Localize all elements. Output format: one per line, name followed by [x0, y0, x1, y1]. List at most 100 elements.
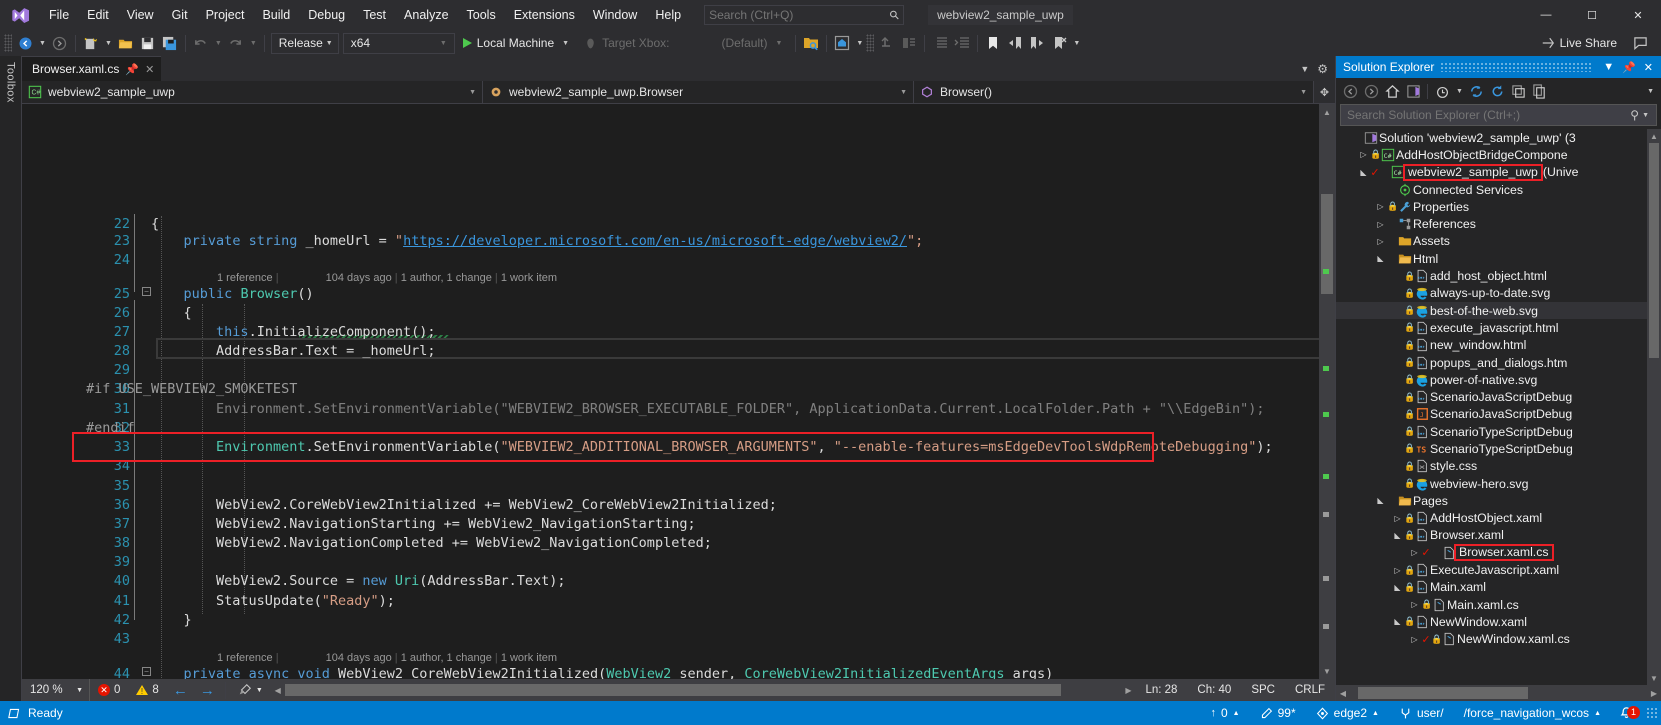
pin-tab-icon[interactable]: 📌: [125, 63, 139, 76]
collapse-triangle-icon[interactable]: ◣: [1391, 583, 1404, 592]
se-hscroll-right-icon[interactable]: ▶: [1647, 689, 1661, 698]
editor-horizontal-scrollbar[interactable]: ◀ ▶: [270, 682, 1136, 698]
menu-extensions[interactable]: Extensions: [505, 0, 584, 30]
solution-explorer-row[interactable]: 🔒 popups_and_dialogs.htm: [1336, 354, 1661, 371]
hscroll-thumb[interactable]: [284, 684, 1062, 696]
editor-vertical-scrollbar[interactable]: ▲ ▼: [1319, 104, 1335, 679]
solution-explorer-row[interactable]: ▷ 🔒 ExecuteJavascript.xaml: [1336, 561, 1661, 578]
close-panel-icon[interactable]: ✕: [1640, 61, 1657, 74]
collapse-triangle-icon[interactable]: ◣: [1374, 496, 1387, 505]
previous-bookmark-icon[interactable]: [1004, 32, 1026, 54]
code-line[interactable]: private string _homeUrl = "https://devel…: [86, 232, 924, 252]
home-icon[interactable]: [1382, 81, 1402, 101]
solution-explorer-row[interactable]: ▷ 🔒 Main.xaml.cs: [1336, 596, 1661, 613]
zoom-level-combo[interactable]: 120 % ▼: [22, 679, 90, 701]
increase-indent-icon[interactable]: [951, 32, 973, 54]
solution-explorer-row[interactable]: ▷ ✓ 🔒 NewWindow.xaml.cs: [1336, 631, 1661, 648]
navbar-type-combo[interactable]: webview2_sample_uwp.Browser ▼: [483, 81, 913, 103]
navigate-forward-icon[interactable]: [49, 32, 71, 54]
resize-grip[interactable]: [1646, 707, 1658, 719]
solution-explorer-row[interactable]: 🔒 ScenarioTypeScriptDebug: [1336, 423, 1661, 440]
nav-forward-icon[interactable]: →: [194, 682, 221, 699]
split-view-handle-icon[interactable]: ✥: [1313, 81, 1335, 103]
code-line[interactable]: {: [86, 304, 192, 324]
collapse-triangle-icon[interactable]: ◣: [1357, 168, 1370, 177]
collapse-all-icon[interactable]: [1509, 81, 1529, 101]
expand-triangle-icon[interactable]: ▷: [1408, 548, 1421, 557]
save-icon[interactable]: [137, 32, 159, 54]
branch-user-indicator[interactable]: user/: [1389, 701, 1454, 725]
live-preview-icon[interactable]: [831, 32, 853, 54]
editor-scroll-thumb[interactable]: [1321, 194, 1333, 294]
se-toolbar-overflow-icon[interactable]: ▼: [1644, 88, 1657, 95]
expand-triangle-icon[interactable]: ▷: [1391, 514, 1404, 523]
solution-explorer-row[interactable]: 🔒 best-of-the-web.svg: [1336, 301, 1661, 320]
solution-explorer-row[interactable]: 🔒 webview-hero.svg: [1336, 475, 1661, 492]
solution-explorer-row[interactable]: Connected Services: [1336, 181, 1661, 198]
toggle-bookmark-icon[interactable]: [982, 32, 1004, 54]
active-files-dropdown-icon[interactable]: ▼: [1300, 64, 1309, 74]
se-scroll-down-icon[interactable]: ▼: [1647, 671, 1661, 685]
solution-explorer-row[interactable]: ◣ 🔒 Main.xaml: [1336, 579, 1661, 596]
solution-explorer-row[interactable]: ▷ Assets: [1336, 233, 1661, 250]
panel-drag-grip[interactable]: [1440, 62, 1594, 72]
menu-window[interactable]: Window: [584, 0, 646, 30]
quick-search-input[interactable]: [709, 8, 891, 22]
show-all-files-icon[interactable]: [1530, 81, 1550, 101]
solution-configuration-combo[interactable]: Release ▼: [270, 32, 339, 54]
menu-analyze[interactable]: Analyze: [395, 0, 457, 30]
code-line[interactable]: Environment.SetEnvironmentVariable("WEBV…: [86, 400, 1264, 420]
solution-explorer-row[interactable]: 🔒 always-up-to-date.svg: [1336, 285, 1661, 302]
line-indicator[interactable]: Ln: 28: [1135, 684, 1187, 696]
solution-explorer-row[interactable]: ▷ References: [1336, 215, 1661, 232]
solution-explorer-row[interactable]: 🔒 power-of-native.svg: [1336, 371, 1661, 388]
redo-icon[interactable]: [225, 32, 247, 54]
se-hscroll-left-icon[interactable]: ◀: [1336, 689, 1350, 698]
collapse-triangle-icon[interactable]: ◣: [1391, 531, 1404, 540]
step-into-specific-icon[interactable]: [876, 32, 898, 54]
code-line[interactable]: this.InitializeComponent();: [86, 323, 435, 343]
collapse-triangle-icon[interactable]: ◣: [1391, 617, 1404, 626]
navbar-project-combo[interactable]: C# webview2_sample_uwp ▼: [22, 81, 482, 103]
select-file-in-explorer-icon[interactable]: [800, 32, 822, 54]
code-line[interactable]: AddressBar.Text = _homeUrl;: [86, 342, 435, 362]
solution-explorer-row[interactable]: ◣ ✓ C# webview2_sample_uwp (Unive: [1336, 163, 1661, 181]
code-line[interactable]: WebView2.NavigationCompleted += WebView2…: [86, 534, 712, 554]
solution-explorer-row[interactable]: 🔒 TS ScenarioTypeScriptDebug: [1336, 440, 1661, 457]
code-cleanup-button[interactable]: ▼: [230, 683, 271, 697]
solution-explorer-row[interactable]: ◣ 🔒 NewWindow.xaml: [1336, 613, 1661, 630]
menu-bar[interactable]: File Edit View Git Project Build Debug T…: [40, 0, 690, 30]
quick-search-box[interactable]: ⚲: [704, 5, 905, 25]
navigate-backward-icon[interactable]: [14, 32, 36, 54]
clear-bookmarks-icon[interactable]: [1048, 32, 1070, 54]
code-editor[interactable]: − − − 22 {23 private string _homeUrl = "…: [22, 104, 1335, 679]
solution-explorer-row[interactable]: 🔒 style.css: [1336, 458, 1661, 475]
solution-explorer-row[interactable]: ◣ 🔒 Browser.xaml: [1336, 527, 1661, 544]
save-all-icon[interactable]: [159, 32, 181, 54]
solution-explorer-row[interactable]: 🔒 add_host_object.html: [1336, 267, 1661, 284]
column-indicator[interactable]: Ch: 40: [1187, 684, 1241, 696]
error-count[interactable]: ✕ 0: [90, 684, 128, 696]
solution-explorer-search-box[interactable]: ⚲ ▼: [1340, 104, 1657, 126]
code-line[interactable]: WebView2.Source = new Uri(AddressBar.Tex…: [86, 572, 566, 592]
expand-triangle-icon[interactable]: ▷: [1374, 220, 1387, 229]
menu-view[interactable]: View: [118, 0, 163, 30]
menu-project[interactable]: Project: [197, 0, 254, 30]
start-debug-button[interactable]: Local Machine ▼: [457, 32, 578, 54]
menu-help[interactable]: Help: [646, 0, 690, 30]
indentation-indicator[interactable]: SPC: [1241, 684, 1285, 696]
solution-explorer-row[interactable]: 🔒 new_window.html: [1336, 337, 1661, 354]
close-button[interactable]: ✕: [1615, 0, 1661, 30]
expand-triangle-icon[interactable]: ▷: [1408, 600, 1421, 609]
comment-selection-icon[interactable]: [898, 32, 920, 54]
pending-changes-caret-icon[interactable]: ▼: [1453, 88, 1466, 95]
expand-triangle-icon[interactable]: ▷: [1391, 566, 1404, 575]
search-options-caret-icon[interactable]: ▼: [1639, 112, 1652, 119]
expand-triangle-icon[interactable]: ▷: [1374, 237, 1387, 246]
solution-explorer-row[interactable]: Solution 'webview2_sample_uwp' (3: [1336, 129, 1661, 146]
notifications-button[interactable]: 1: [1611, 705, 1646, 721]
source-control-repo[interactable]: edge2 ▲: [1306, 701, 1389, 725]
menu-edit[interactable]: Edit: [78, 0, 118, 30]
code-line[interactable]: WebView2.CoreWebView2Initialized += WebV…: [86, 496, 777, 516]
nav-back-icon[interactable]: ←: [167, 682, 194, 699]
